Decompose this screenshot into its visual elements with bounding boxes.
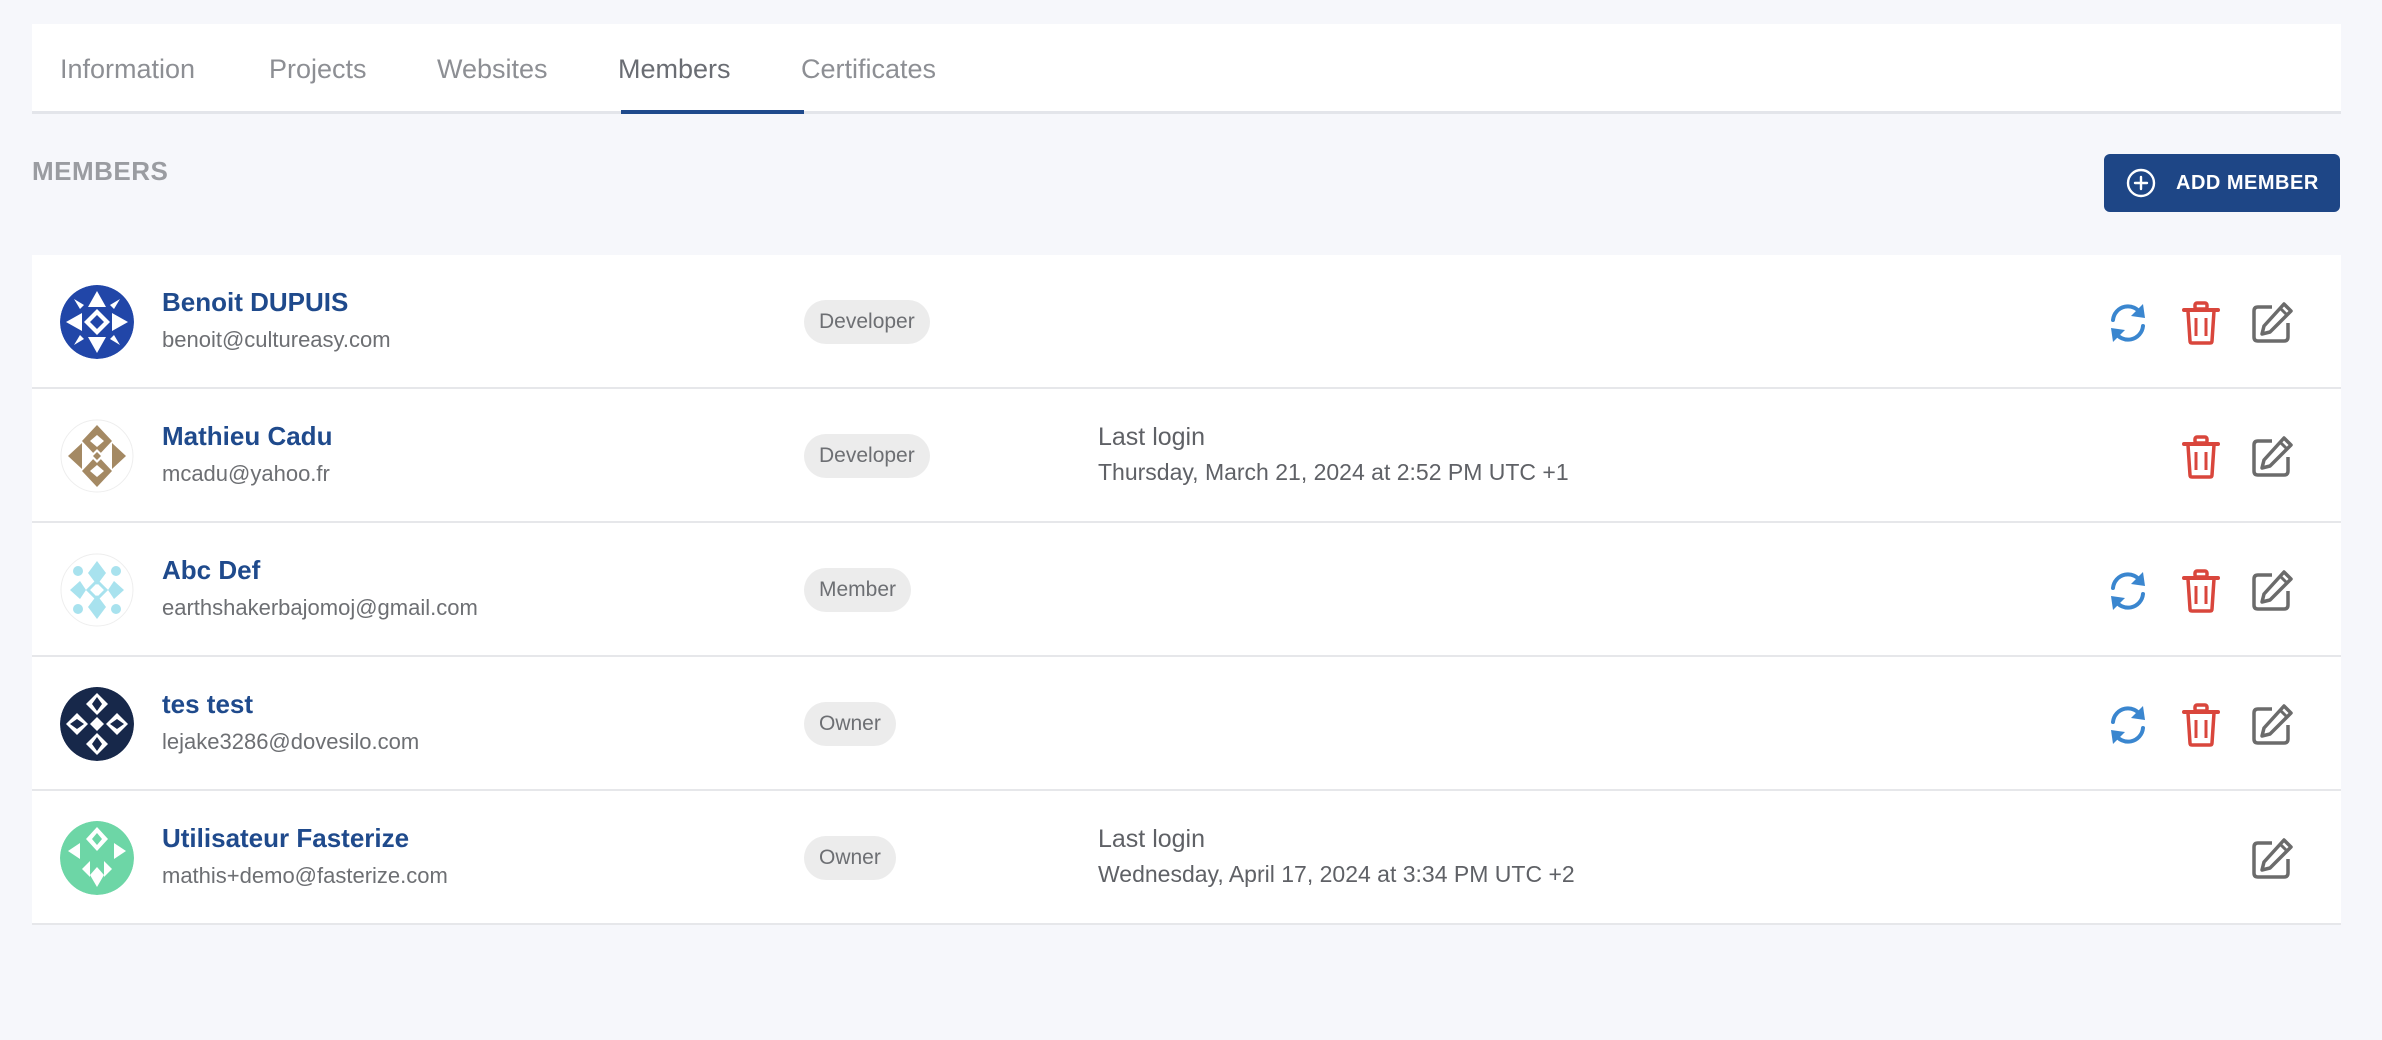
members-list: Benoit DUPUIS benoit@cultureasy.com Deve… — [32, 255, 2341, 925]
member-email: mathis+demo@fasterize.com — [162, 863, 448, 888]
edit-icon — [2250, 837, 2294, 881]
sync-icon — [2105, 702, 2151, 748]
role-badge: Developer — [804, 300, 930, 344]
edit-member-button[interactable] — [2246, 565, 2298, 617]
member-row: Abc Def earthshakerbajomoj@gmail.com Mem… — [32, 523, 2341, 657]
tab-bar: Information Projects Websites Members Ce… — [32, 24, 2341, 114]
resend-invite-button[interactable] — [2102, 699, 2154, 751]
member-name: Utilisateur Fasterize — [162, 823, 410, 853]
delete-member-button[interactable] — [2175, 699, 2227, 751]
avatar — [60, 687, 134, 761]
role-badge: Owner — [804, 702, 896, 746]
member-email: lejake3286@dovesilo.com — [162, 729, 420, 754]
tab-certificates[interactable]: Certificates — [801, 24, 936, 114]
last-login-label: Last login — [1098, 825, 1206, 853]
member-row: Benoit DUPUIS benoit@cultureasy.com Deve… — [32, 255, 2341, 389]
member-email: earthshakerbajomoj@gmail.com — [162, 595, 478, 620]
tab-information[interactable]: Information — [60, 24, 195, 114]
avatar — [60, 285, 134, 359]
edit-member-button[interactable] — [2246, 297, 2298, 349]
resend-invite-button[interactable] — [2102, 565, 2154, 617]
trash-icon — [2181, 569, 2221, 613]
member-name: Benoit DUPUIS — [162, 287, 349, 317]
avatar — [60, 419, 134, 493]
resend-invite-button[interactable] — [2102, 297, 2154, 349]
edit-member-button[interactable] — [2246, 699, 2298, 751]
member-name: Mathieu Cadu — [162, 421, 333, 451]
sync-icon — [2105, 568, 2151, 614]
edit-icon — [2250, 703, 2294, 747]
tab-websites[interactable]: Websites — [437, 24, 548, 114]
role-badge: Developer — [804, 434, 930, 478]
avatar — [60, 821, 134, 895]
sync-icon — [2105, 300, 2151, 346]
add-member-button[interactable]: ADD MEMBER — [2104, 154, 2340, 212]
last-login-date: Thursday, March 21, 2024 at 2:52 PM UTC … — [1098, 459, 1569, 485]
edit-icon — [2250, 435, 2294, 479]
member-row: tes test lejake3286@dovesilo.com Owner — [32, 657, 2341, 791]
section-title: MEMBERS — [32, 156, 169, 186]
last-login-label: Last login — [1098, 423, 1206, 451]
last-login-date: Wednesday, April 17, 2024 at 3:34 PM UTC… — [1098, 861, 1575, 887]
role-badge: Owner — [804, 836, 896, 880]
edit-member-button[interactable] — [2246, 431, 2298, 483]
trash-icon — [2181, 301, 2221, 345]
delete-member-button[interactable] — [2175, 297, 2227, 349]
tab-projects[interactable]: Projects — [269, 24, 367, 114]
active-tab-indicator — [621, 110, 804, 114]
member-name: tes test — [162, 689, 254, 719]
member-email: mcadu@yahoo.fr — [162, 461, 330, 486]
tab-members[interactable]: Members — [618, 24, 731, 114]
edit-icon — [2250, 301, 2294, 345]
delete-member-button[interactable] — [2175, 565, 2227, 617]
member-row: Mathieu Cadu mcadu@yahoo.fr Developer La… — [32, 389, 2341, 523]
trash-icon — [2181, 703, 2221, 747]
edit-member-button[interactable] — [2246, 833, 2298, 885]
avatar — [60, 553, 134, 627]
edit-icon — [2250, 569, 2294, 613]
member-row: Utilisateur Fasterize mathis+demo@faster… — [32, 791, 2341, 925]
trash-icon — [2181, 435, 2221, 479]
role-badge: Member — [804, 568, 912, 612]
member-name: Abc Def — [162, 555, 261, 585]
plus-circle-icon — [2126, 168, 2156, 198]
add-member-label: ADD MEMBER — [2176, 171, 2319, 194]
delete-member-button[interactable] — [2175, 431, 2227, 483]
member-email: benoit@cultureasy.com — [162, 327, 391, 352]
